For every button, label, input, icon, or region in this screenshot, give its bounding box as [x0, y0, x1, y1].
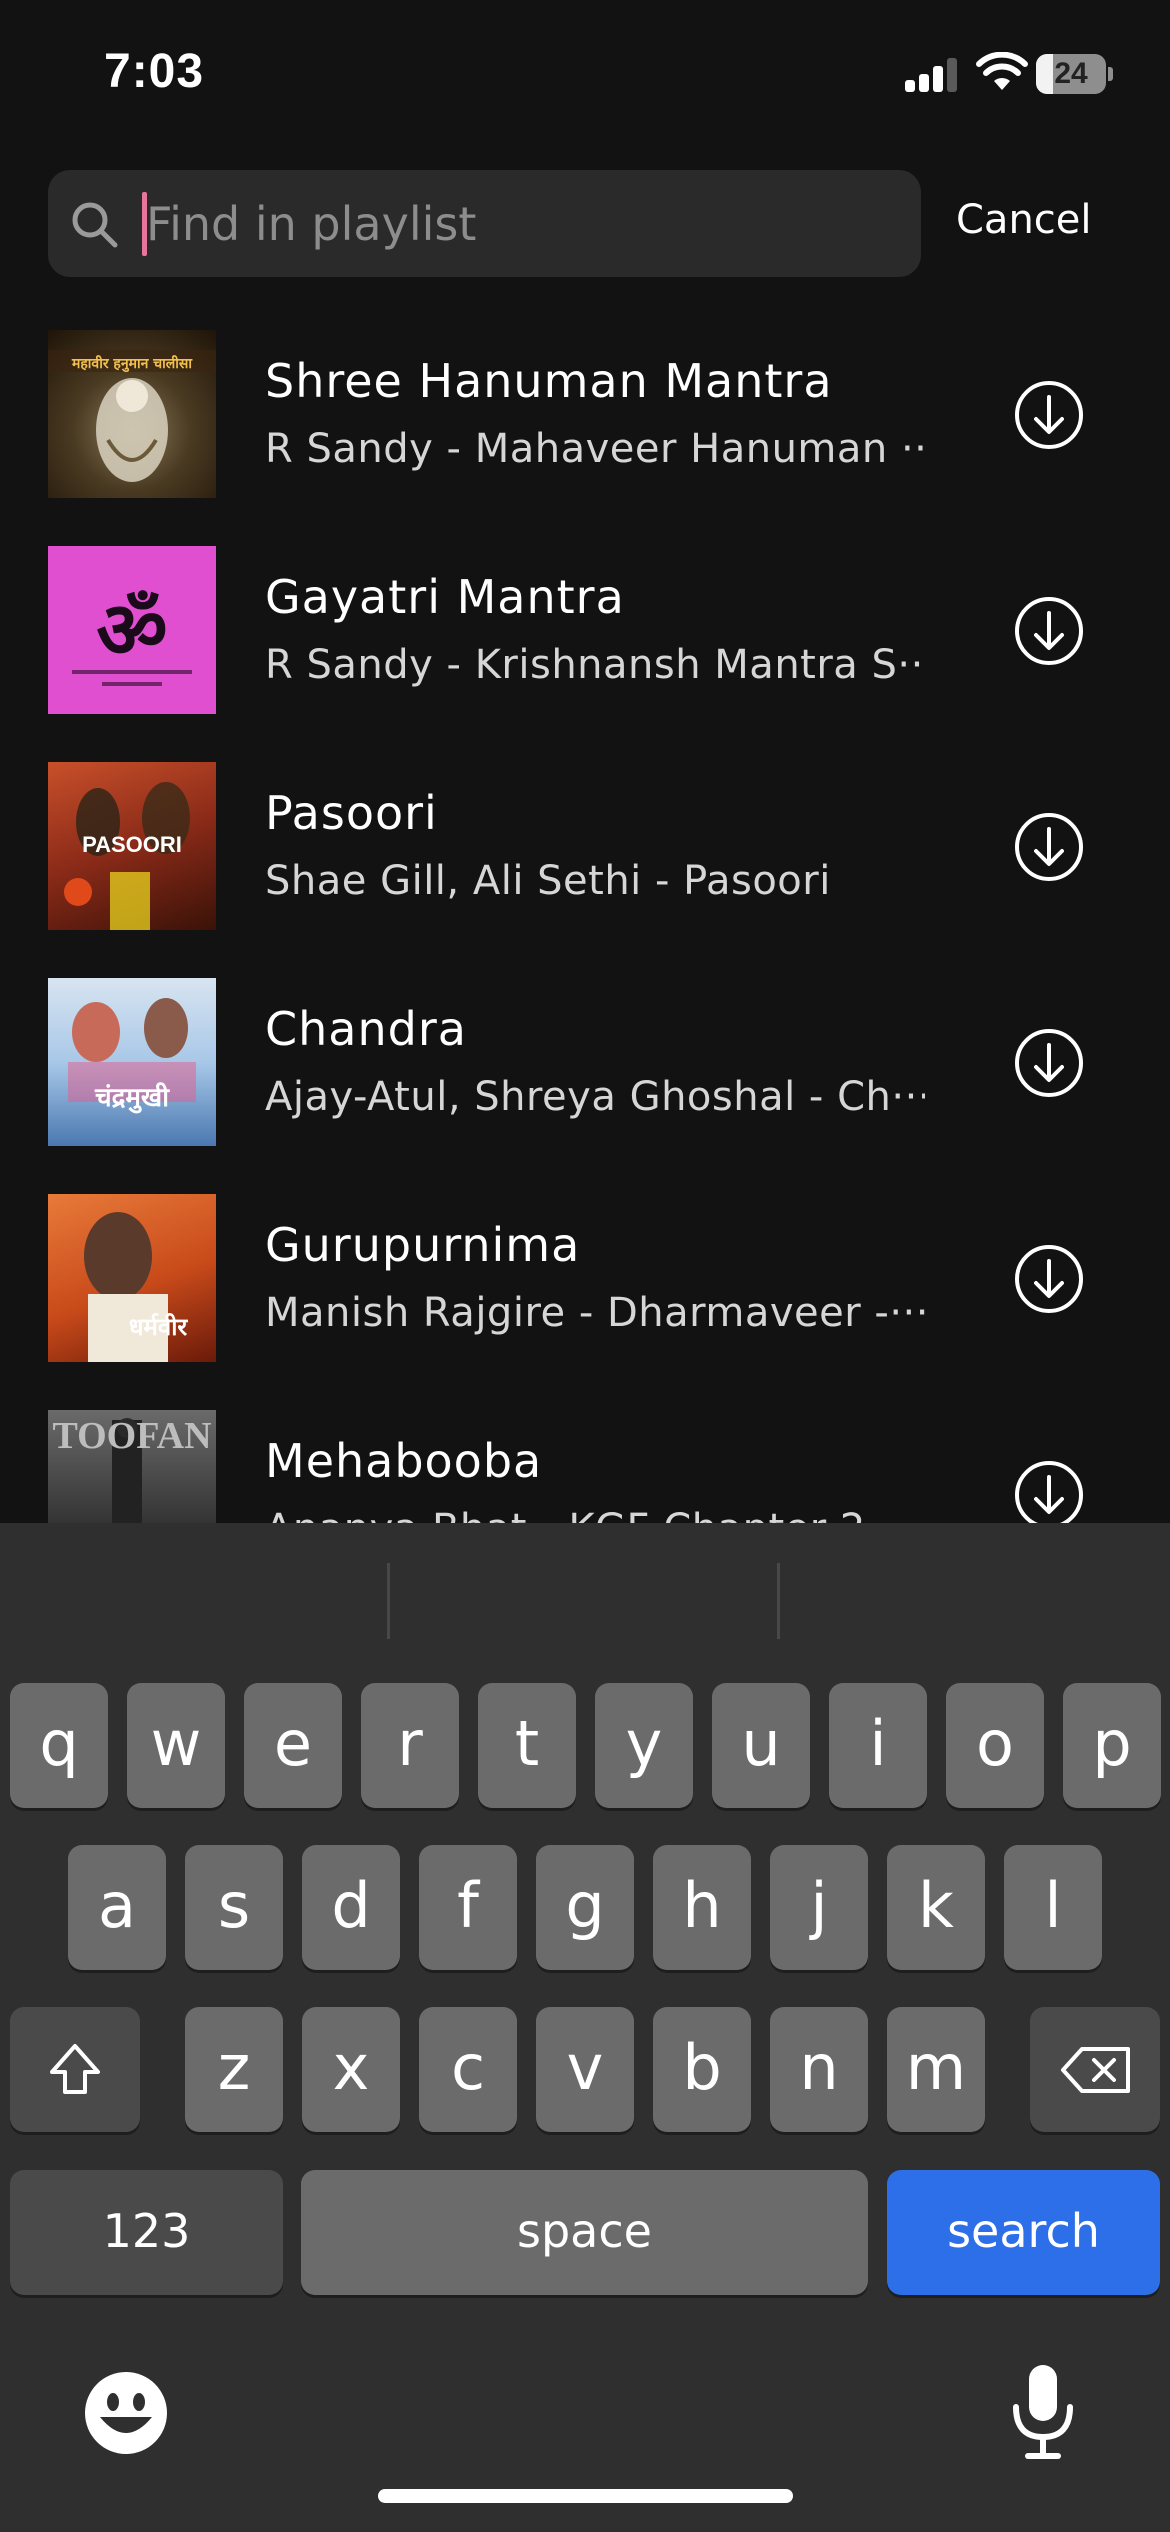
key-w[interactable]: w — [127, 1683, 225, 1808]
key-f[interactable]: f — [419, 1845, 517, 1970]
key-z[interactable]: z — [185, 2007, 283, 2132]
battery-icon: 24 — [1036, 54, 1114, 94]
search-icon — [72, 202, 118, 248]
track-row[interactable]: PASOORI Pasoori Shae Gill, Ali Sethi - P… — [0, 762, 1170, 932]
album-art: ॐ — [48, 546, 216, 714]
key-d[interactable]: d — [302, 1845, 400, 1970]
key-c[interactable]: c — [419, 2007, 517, 2132]
key-y[interactable]: y — [595, 1683, 693, 1808]
wifi-icon — [976, 52, 1028, 90]
album-art: चंद्रमुखी — [48, 978, 216, 1146]
key-a[interactable]: a — [68, 1845, 166, 1970]
key-v[interactable]: v — [536, 2007, 634, 2132]
track-title: Gurupurnima — [265, 1218, 581, 1272]
key-n[interactable]: n — [770, 2007, 868, 2132]
key-x[interactable]: x — [302, 2007, 400, 2132]
album-art-text: ॐ — [96, 586, 168, 676]
battery-percent: 24 — [1054, 57, 1088, 90]
track-title: Chandra — [265, 1002, 467, 1056]
shift-key[interactable] — [10, 2007, 140, 2132]
track-row[interactable]: महावीर हनुमान चालीसा Shree Hanuman Mantr… — [0, 330, 1170, 500]
suggestion-divider — [777, 1563, 780, 1639]
download-icon[interactable] — [1013, 811, 1085, 883]
track-subtitle: Ananya Bhat - KGF Chapter 2 — [265, 1506, 925, 1523]
album-art-text: धर्मवीर — [128, 1313, 188, 1341]
key-q[interactable]: q — [10, 1683, 108, 1808]
emoji-icon[interactable] — [82, 2369, 170, 2457]
track-row[interactable]: ॐ Gayatri Mantra R Sandy - Krishnansh Ma… — [0, 546, 1170, 716]
track-subtitle: R Sandy - Krishnansh Mantra S··· — [265, 642, 925, 688]
key-b[interactable]: b — [653, 2007, 751, 2132]
key-t[interactable]: t — [478, 1683, 576, 1808]
album-art: धर्मवीर — [48, 1194, 216, 1362]
track-subtitle: Manish Rajgire - Dharmaveer -··· — [265, 1290, 925, 1336]
download-icon[interactable] — [1013, 1459, 1085, 1523]
track-title: Shree Hanuman Mantra — [265, 354, 833, 408]
album-art: महावीर हनुमान चालीसा — [48, 330, 216, 498]
key-k[interactable]: k — [887, 1845, 985, 1970]
status-time: 7:03 — [104, 45, 205, 98]
cancel-button[interactable]: Cancel — [956, 197, 1092, 243]
key-e[interactable]: e — [244, 1683, 342, 1808]
album-art: PASOORI — [48, 762, 216, 930]
download-icon[interactable] — [1013, 379, 1085, 451]
key-m[interactable]: m — [887, 2007, 985, 2132]
album-art-text: TOOFAN — [52, 1415, 212, 1457]
key-g[interactable]: g — [536, 1845, 634, 1970]
track-title: Mehabooba — [265, 1434, 543, 1488]
playlist-track-list: महावीर हनुमान चालीसा Shree Hanuman Mantr… — [0, 330, 1170, 1523]
track-row[interactable]: TOOFAN Mehabooba Ananya Bhat - KGF Chapt… — [0, 1410, 1170, 1523]
track-subtitle: R Sandy - Mahaveer Hanuman ··· — [265, 426, 925, 472]
search-key[interactable]: search — [887, 2170, 1160, 2295]
track-title: Pasoori — [265, 786, 438, 840]
track-row[interactable]: चंद्रमुखी Chandra Ajay-Atul, Shreya Ghos… — [0, 978, 1170, 1148]
status-bar: 7:03 24 — [0, 0, 1170, 150]
search-input[interactable] — [146, 170, 906, 277]
key-o[interactable]: o — [946, 1683, 1044, 1808]
album-art-text: महावीर हनुमान चालीसा — [71, 356, 192, 372]
shift-icon — [50, 2044, 100, 2094]
key-r[interactable]: r — [361, 1683, 459, 1808]
home-indicator[interactable] — [378, 2489, 793, 2503]
text-caret — [142, 192, 147, 256]
key-h[interactable]: h — [653, 1845, 751, 1970]
album-art: TOOFAN — [48, 1410, 216, 1523]
track-title: Gayatri Mantra — [265, 570, 625, 624]
cellular-signal-icon — [905, 58, 957, 92]
album-art-text: PASOORI — [82, 832, 182, 857]
microphone-icon[interactable] — [1008, 2361, 1078, 2461]
keyboard: q w e r t y u i o p a s d f g h j k l z … — [0, 1523, 1170, 2532]
key-j[interactable]: j — [770, 1845, 868, 1970]
backspace-icon — [1061, 2047, 1130, 2093]
track-subtitle: Shae Gill, Ali Sethi - Pasoori — [265, 858, 831, 904]
track-row[interactable]: धर्मवीर Gurupurnima Manish Rajgire - Dha… — [0, 1194, 1170, 1364]
key-i[interactable]: i — [829, 1683, 927, 1808]
suggestion-divider — [387, 1563, 390, 1639]
key-u[interactable]: u — [712, 1683, 810, 1808]
download-icon[interactable] — [1013, 595, 1085, 667]
numbers-key[interactable]: 123 — [10, 2170, 283, 2295]
key-l[interactable]: l — [1004, 1845, 1102, 1970]
download-icon[interactable] — [1013, 1027, 1085, 1099]
delete-key[interactable] — [1030, 2007, 1160, 2132]
track-subtitle: Ajay-Atul, Shreya Ghoshal - Ch··· — [265, 1074, 925, 1120]
key-s[interactable]: s — [185, 1845, 283, 1970]
album-art-text: चंद्रमुखी — [95, 1083, 169, 1113]
space-key[interactable]: space — [301, 2170, 868, 2295]
key-p[interactable]: p — [1063, 1683, 1161, 1808]
download-icon[interactable] — [1013, 1243, 1085, 1315]
